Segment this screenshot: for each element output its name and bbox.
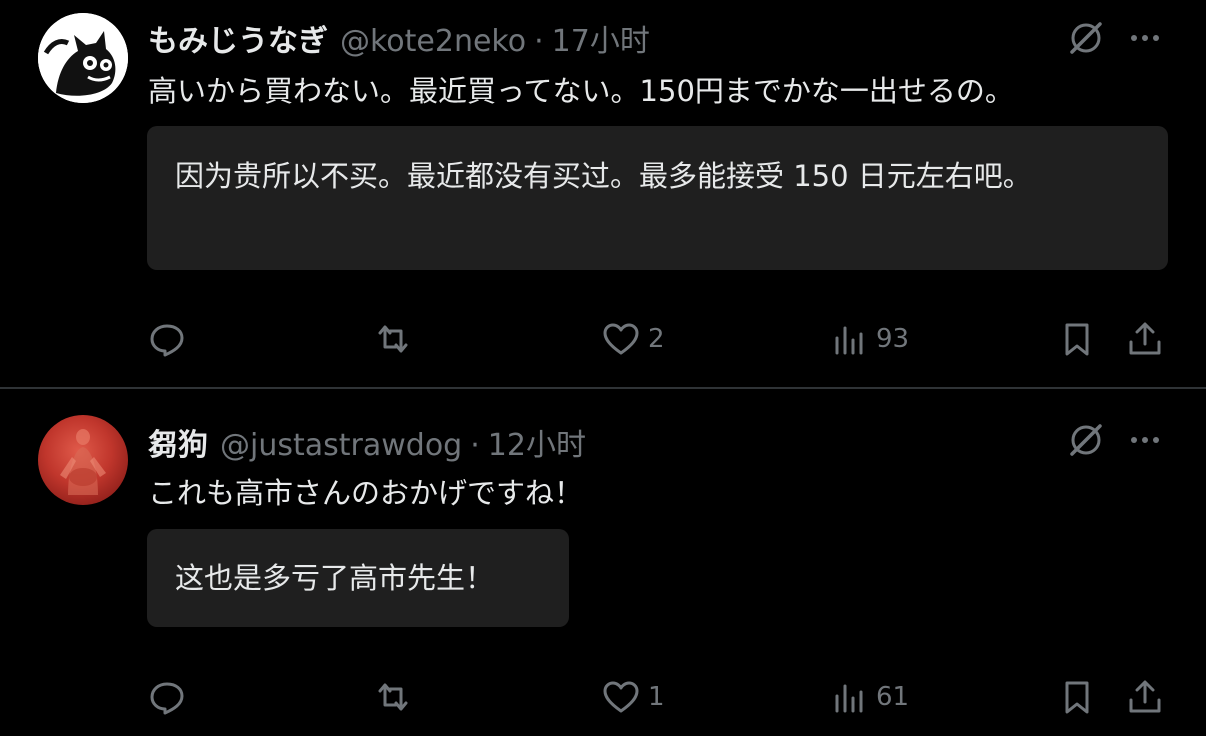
views-button[interactable]: 93 [830, 314, 909, 364]
separator-dot: · [470, 428, 480, 463]
separator-dot: · [534, 24, 544, 59]
retweet-icon [378, 683, 408, 711]
retweet-icon [378, 325, 408, 353]
display-name[interactable]: 芻狗 [148, 420, 208, 464]
retweet-button[interactable] [374, 672, 412, 722]
views-button[interactable]: 61 [830, 672, 909, 722]
share-icon [1129, 680, 1161, 713]
action-bar: 2 93 [0, 314, 1206, 364]
translation-box: 这也是多亏了高市先生！ [147, 529, 569, 627]
tweet-text: 高いから買わない。最近買ってない。150円までかな一出せるの。 [148, 74, 1014, 108]
bookmark-icon [1065, 681, 1089, 714]
user-handle[interactable]: @justastrawdog [220, 428, 462, 463]
heart-icon [603, 681, 639, 713]
tweet-1[interactable]: もみじうなぎ @kote2neko · 17小时 高いから買わない。最近買ってな… [0, 0, 1206, 388]
display-name[interactable]: もみじうなぎ [148, 16, 328, 60]
tweet-header: 芻狗 @justastrawdog · 12小时 [148, 420, 586, 464]
view-count: 93 [876, 324, 910, 354]
more-icon [1131, 437, 1159, 443]
action-bar: 1 61 [0, 672, 1206, 722]
translation-box: 因为贵所以不买。最近都没有买过。最多能接受 150 日元左右吧。 [147, 126, 1168, 270]
timestamp[interactable]: 17小时 [552, 16, 650, 60]
bookmark-button[interactable] [1058, 314, 1096, 364]
like-count: 1 [648, 682, 665, 712]
reply-button[interactable] [148, 314, 186, 364]
heart-icon [603, 323, 639, 355]
cat-avatar-icon [38, 13, 128, 103]
reply-icon [150, 324, 184, 357]
tweet-2[interactable]: 芻狗 @justastrawdog · 12小时 これも高市さんのおかげですね！… [0, 390, 1206, 736]
like-count: 2 [648, 324, 665, 354]
bookmark-icon [1065, 323, 1089, 356]
grok-icon [1070, 424, 1102, 456]
share-button[interactable] [1126, 672, 1164, 722]
like-button[interactable]: 1 [602, 672, 665, 722]
views-icon [835, 684, 863, 713]
statue-avatar-icon [60, 429, 106, 495]
tweet-text: これも高市さんのおかげですね！ [148, 476, 584, 510]
retweet-button[interactable] [374, 314, 412, 364]
grok-button[interactable] [1066, 18, 1106, 58]
view-count: 61 [876, 682, 910, 712]
avatar[interactable] [38, 415, 128, 505]
views-icon [835, 326, 863, 355]
more-icon [1131, 35, 1159, 41]
avatar[interactable] [38, 13, 128, 103]
more-button[interactable] [1125, 420, 1165, 460]
share-icon [1129, 322, 1161, 355]
like-button[interactable]: 2 [602, 314, 665, 364]
share-button[interactable] [1126, 314, 1164, 364]
user-handle[interactable]: @kote2neko [340, 24, 526, 59]
tweet-header: もみじうなぎ @kote2neko · 17小时 [148, 16, 650, 60]
tweet-divider [0, 387, 1206, 389]
reply-button[interactable] [148, 672, 186, 722]
reply-icon [150, 682, 184, 715]
grok-icon [1070, 22, 1102, 54]
bookmark-button[interactable] [1058, 672, 1096, 722]
timestamp[interactable]: 12小时 [488, 420, 586, 464]
more-button[interactable] [1125, 18, 1165, 58]
grok-button[interactable] [1066, 420, 1106, 460]
